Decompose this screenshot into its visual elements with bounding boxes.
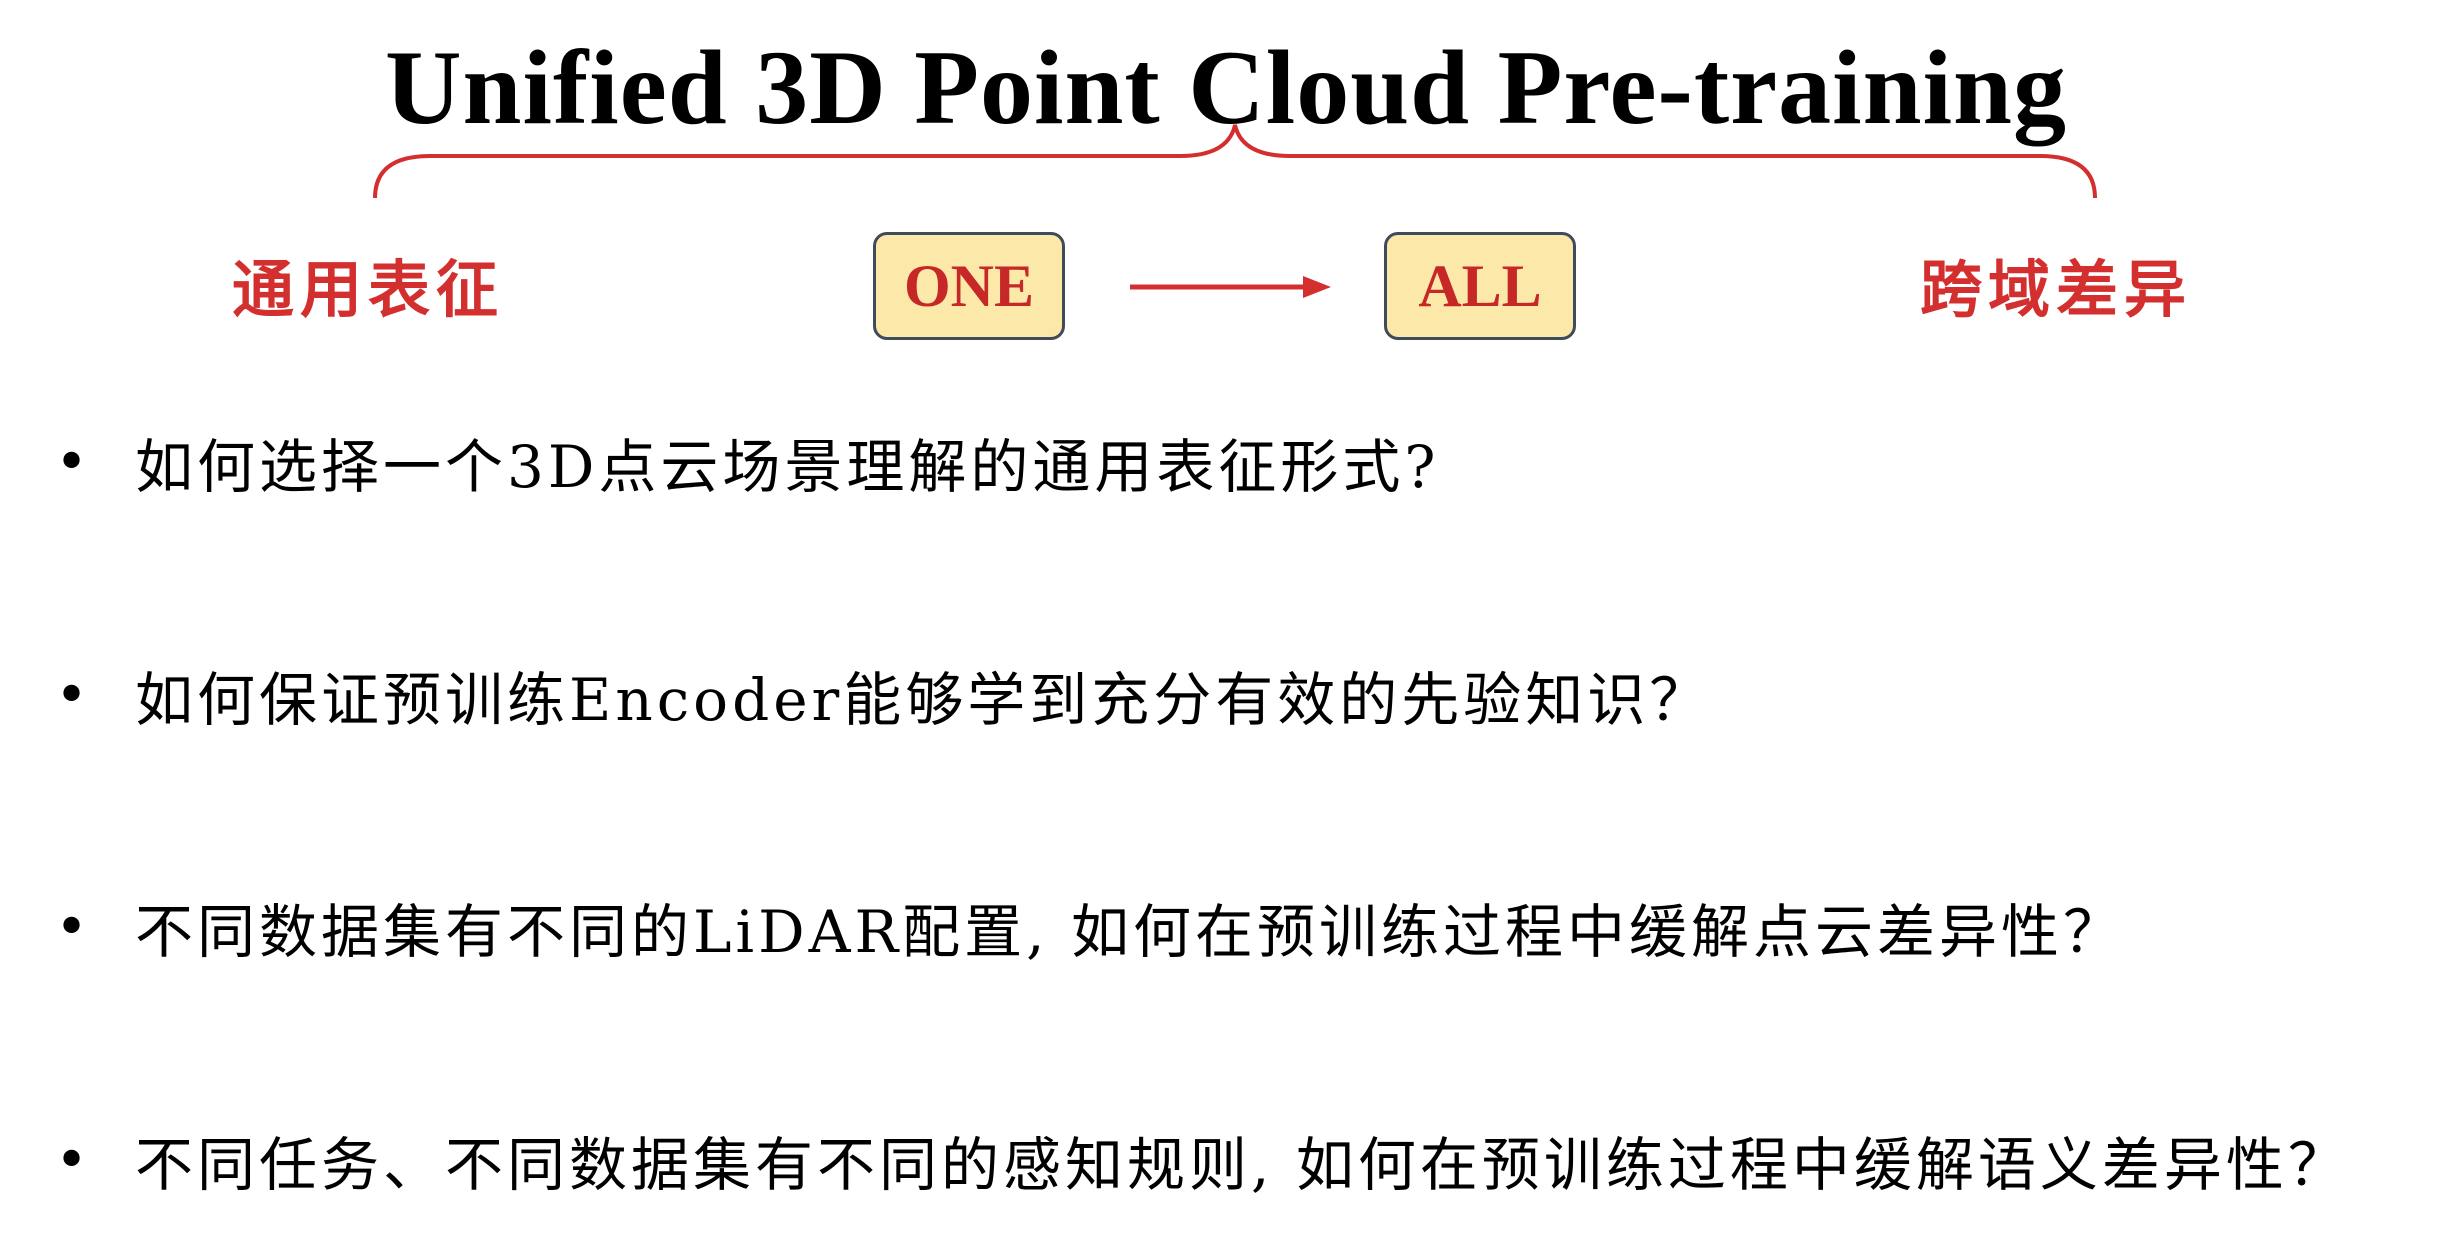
list-item-text: 不同数据集有不同的LiDAR配置, 如何在预训练过程中缓解点云差异性？ <box>135 898 2125 966</box>
list-item: • 如何选择一个3D点云场景理解的通用表征形式? <box>55 420 1440 504</box>
one-box: ONE <box>873 232 1065 340</box>
list-item: • 如何保证预训练Encoder能够学到充分有效的先验知识？ <box>55 653 1711 737</box>
bullet-icon: • <box>55 894 93 960</box>
list-item-text: 如何保证预训练Encoder能够学到充分有效的先验知识？ <box>135 666 1712 734</box>
cross-domain-difference-label: 跨域差异 <box>1920 253 2193 326</box>
list-item-text: 如何选择一个3D点云场景理解的通用表征形式? <box>135 433 1440 501</box>
general-representation-label: 通用表征 <box>232 253 505 326</box>
arrow-right-icon <box>1130 276 1331 298</box>
bullet-icon: • <box>55 429 93 495</box>
bullet-icon: • <box>55 662 93 728</box>
list-item-text: 不同任务、不同数据集有不同的感知规则, 如何在预训练过程中缓解语义差异性？ <box>135 1131 2350 1199</box>
list-item: • 不同数据集有不同的LiDAR配置, 如何在预训练过程中缓解点云差异性？ <box>55 885 2125 969</box>
list-item: • 不同任务、不同数据集有不同的感知规则, 如何在预训练过程中缓解语义差异性？ <box>55 1118 2350 1202</box>
curly-brace <box>373 124 2097 199</box>
bullet-icon: • <box>55 1127 93 1193</box>
all-box: ALL <box>1384 232 1576 340</box>
